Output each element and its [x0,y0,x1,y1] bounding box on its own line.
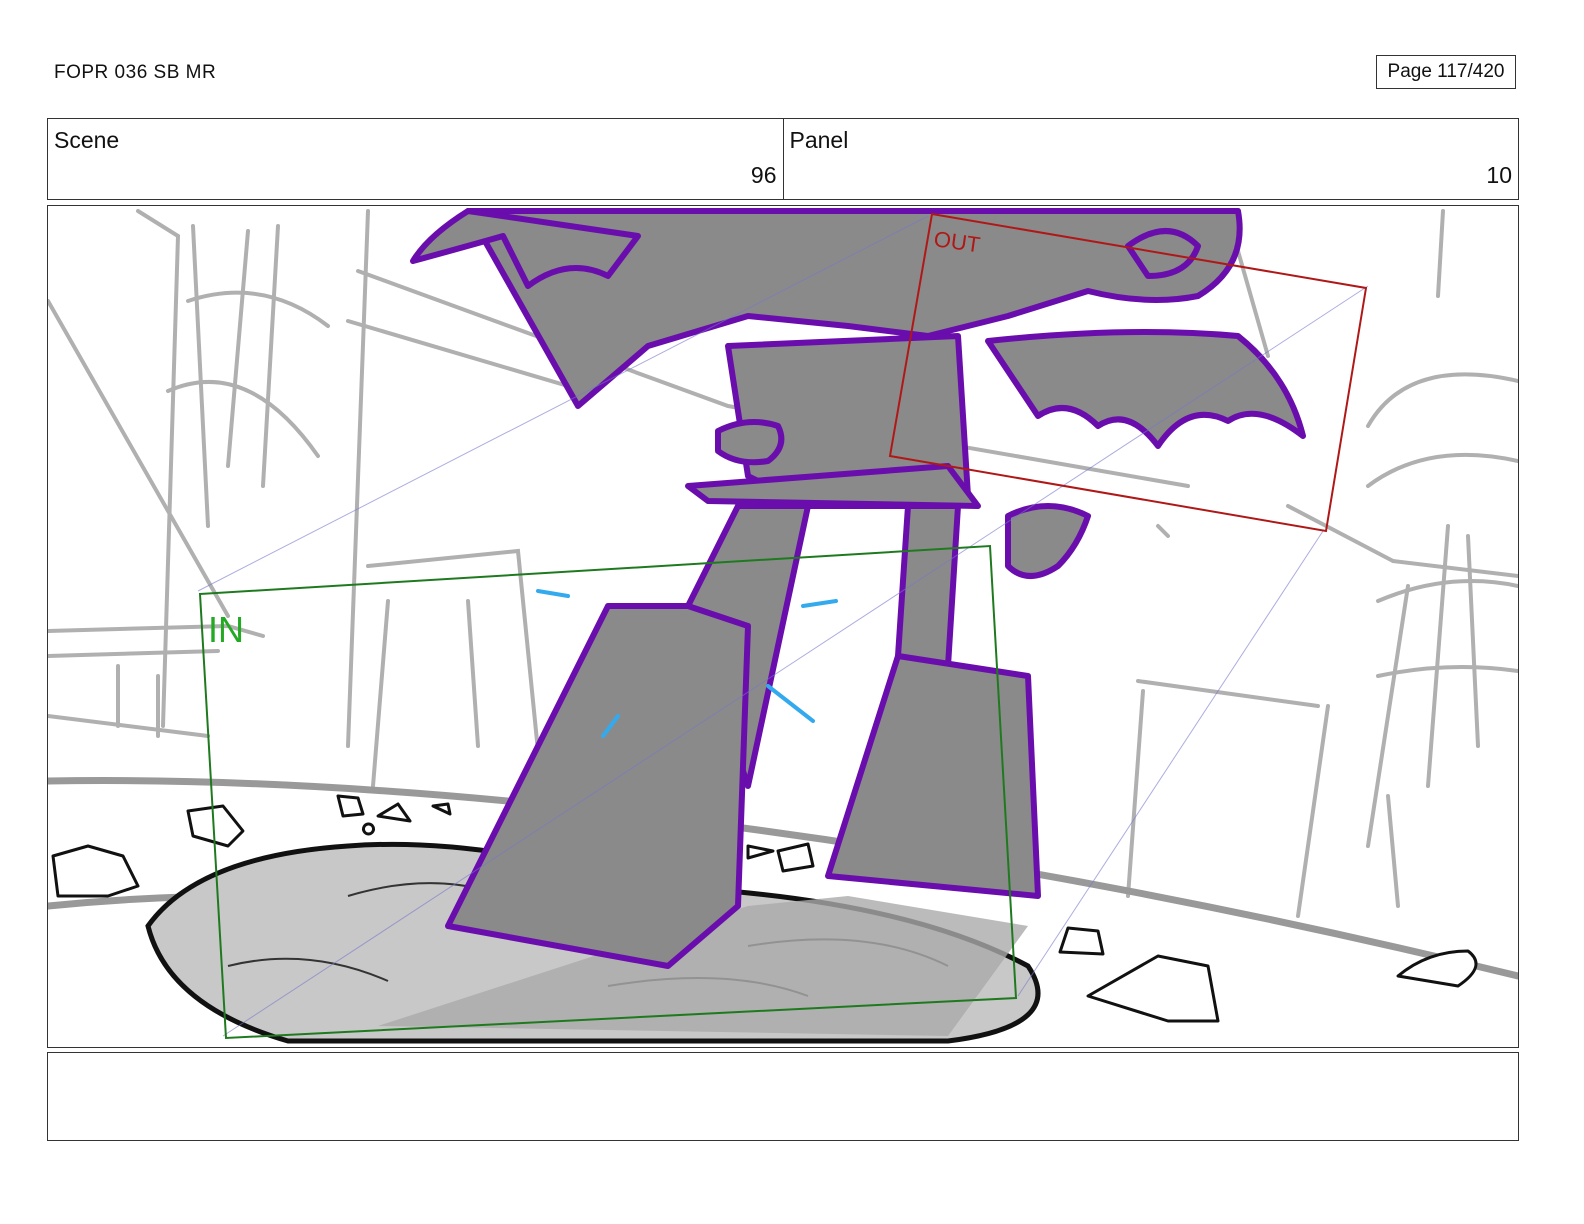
panel-notes [47,1052,1519,1141]
panel-label: Panel [789,127,849,153]
in-frame-label: IN [208,609,244,650]
page-number-badge: Page 117/420 [1376,55,1516,89]
scene-label: Scene [54,127,120,153]
storyboard-drawing: IN OUT [48,208,1518,1044]
scene-panel-info: Scene 96 Panel 10 [47,118,1519,200]
scene-cell: Scene 96 [48,119,783,199]
document-title: FOPR 036 SB MR [54,62,217,83]
panel-cell: Panel 10 [782,119,1519,199]
character-figure [410,208,1306,969]
scene-number: 96 [750,162,777,188]
panel-number: 10 [1486,162,1512,188]
storyboard-panel: IN OUT [47,205,1519,1048]
